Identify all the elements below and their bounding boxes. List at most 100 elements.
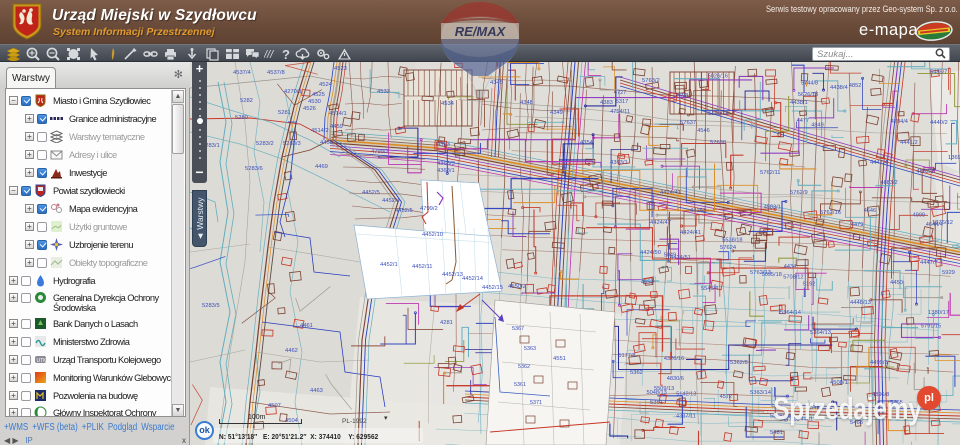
svg-text:5048/13: 5048/13 bbox=[647, 390, 667, 396]
svg-text:4281: 4281 bbox=[440, 320, 453, 326]
svg-text:4999: 4999 bbox=[913, 213, 925, 219]
svg-text:5362: 5362 bbox=[630, 370, 643, 376]
svg-text:4799/2: 4799/2 bbox=[420, 206, 438, 212]
svg-text:4456: 4456 bbox=[320, 140, 333, 146]
svg-text:4452/14: 4452/14 bbox=[462, 276, 484, 282]
svg-text:5762/9: 5762/9 bbox=[790, 190, 808, 196]
svg-text:5791/15: 5791/15 bbox=[921, 324, 941, 330]
svg-text:4363/1: 4363/1 bbox=[437, 168, 455, 174]
svg-text:4551: 4551 bbox=[553, 356, 566, 362]
svg-text:4270/1: 4270/1 bbox=[284, 89, 302, 95]
svg-text:5361: 5361 bbox=[514, 382, 526, 388]
svg-text:5280: 5280 bbox=[235, 115, 248, 121]
svg-text:4469: 4469 bbox=[315, 164, 328, 170]
svg-text:4479: 4479 bbox=[851, 222, 863, 228]
svg-text:1369/9: 1369/9 bbox=[948, 155, 960, 161]
svg-text:5192: 5192 bbox=[803, 282, 815, 288]
svg-text:4477: 4477 bbox=[797, 118, 809, 124]
svg-text:5160/18: 5160/18 bbox=[708, 111, 728, 117]
svg-text:4784/4: 4784/4 bbox=[891, 119, 908, 125]
svg-text:5026/16: 5026/16 bbox=[708, 73, 728, 79]
svg-text:5708/12: 5708/12 bbox=[783, 274, 803, 280]
svg-text:4461: 4461 bbox=[300, 323, 313, 329]
svg-text:4546: 4546 bbox=[697, 128, 709, 134]
svg-text:4452/4: 4452/4 bbox=[382, 198, 401, 204]
svg-text:4530: 4530 bbox=[308, 99, 321, 105]
svg-text:?: ? bbox=[282, 47, 290, 61]
svg-text:4507: 4507 bbox=[268, 403, 281, 409]
svg-text:5367: 5367 bbox=[512, 326, 524, 332]
svg-text:4550/2: 4550/2 bbox=[508, 284, 526, 290]
svg-text:4349: 4349 bbox=[550, 110, 563, 116]
svg-text:4441/2: 4441/2 bbox=[900, 140, 918, 146]
svg-text:///: /// bbox=[264, 49, 274, 61]
svg-text:4348: 4348 bbox=[520, 100, 533, 106]
svg-text:5283/2: 5283/2 bbox=[256, 141, 274, 147]
svg-text:4452/10: 4452/10 bbox=[422, 232, 443, 238]
svg-text:5317: 5317 bbox=[616, 99, 628, 105]
svg-text:4523: 4523 bbox=[334, 66, 347, 72]
svg-text:4353: 4353 bbox=[437, 142, 450, 148]
svg-text:5281: 5281 bbox=[278, 110, 291, 116]
svg-text:5363/14: 5363/14 bbox=[750, 390, 772, 396]
svg-text:5481: 5481 bbox=[770, 430, 783, 436]
svg-text:5283/6: 5283/6 bbox=[245, 166, 263, 172]
svg-text:4363/1: 4363/1 bbox=[610, 160, 628, 166]
svg-text:57637: 57637 bbox=[680, 120, 696, 126]
svg-text:4424/41: 4424/41 bbox=[660, 190, 681, 196]
svg-text:4534: 4534 bbox=[441, 101, 455, 107]
svg-text:4452/5: 4452/5 bbox=[395, 208, 413, 214]
svg-text:5762/16: 5762/16 bbox=[820, 210, 841, 216]
svg-text:4452/1: 4452/1 bbox=[380, 262, 398, 268]
svg-text:4524: 4524 bbox=[319, 82, 333, 88]
svg-text:5095/18: 5095/18 bbox=[762, 272, 782, 278]
svg-text:4830/6: 4830/6 bbox=[667, 376, 684, 382]
svg-text:1380/17: 1380/17 bbox=[928, 310, 949, 316]
svg-text:UTK: UTK bbox=[37, 358, 48, 364]
svg-text:5282: 5282 bbox=[240, 98, 253, 104]
svg-text:4462: 4462 bbox=[285, 348, 298, 354]
svg-text:4452/5: 4452/5 bbox=[362, 190, 380, 196]
svg-text:4447/4: 4447/4 bbox=[870, 160, 889, 166]
svg-text:4450: 4450 bbox=[890, 280, 903, 286]
svg-text:4883/2: 4883/2 bbox=[881, 180, 898, 186]
svg-text:4438/1: 4438/1 bbox=[790, 100, 808, 106]
svg-text:4448/13: 4448/13 bbox=[850, 300, 871, 306]
svg-text:4514/1: 4514/1 bbox=[329, 111, 347, 117]
svg-text:4562/3: 4562/3 bbox=[917, 169, 934, 175]
svg-text:4799/2: 4799/2 bbox=[371, 149, 389, 155]
svg-text:5177/8: 5177/8 bbox=[618, 353, 635, 359]
svg-text:4583/1: 4583/1 bbox=[764, 204, 781, 210]
svg-text:5762/11: 5762/11 bbox=[760, 170, 781, 176]
svg-text:4533: 4533 bbox=[377, 89, 390, 95]
svg-text:5049: 5049 bbox=[664, 252, 676, 258]
svg-text:4424/41: 4424/41 bbox=[680, 230, 701, 236]
svg-text:4644/4: 4644/4 bbox=[926, 222, 943, 228]
svg-text:4363/3: 4363/3 bbox=[437, 161, 455, 167]
svg-text:5546/4: 5546/4 bbox=[701, 286, 718, 292]
svg-text:4525: 4525 bbox=[312, 92, 325, 98]
svg-text:4849: 4849 bbox=[811, 123, 823, 129]
svg-text:4653: 4653 bbox=[641, 280, 653, 286]
svg-text:4452/15: 4452/15 bbox=[482, 285, 503, 291]
svg-text:4514/2: 4514/2 bbox=[311, 128, 329, 134]
svg-text:5485/7: 5485/7 bbox=[930, 69, 947, 75]
svg-text:4354: 4354 bbox=[580, 140, 594, 146]
svg-text:5364/14: 5364/14 bbox=[780, 310, 802, 316]
svg-text:5763/2: 5763/2 bbox=[642, 78, 660, 84]
svg-text:4646: 4646 bbox=[864, 208, 876, 214]
svg-text:5361: 5361 bbox=[650, 400, 663, 406]
svg-text:4526: 4526 bbox=[303, 106, 316, 112]
svg-text:44253: 44253 bbox=[690, 208, 706, 214]
svg-text:4440/2: 4440/2 bbox=[930, 120, 948, 126]
svg-text:4499/3: 4499/3 bbox=[870, 360, 888, 366]
svg-text:4452/11: 4452/11 bbox=[412, 264, 433, 270]
svg-text:5362/8: 5362/8 bbox=[730, 360, 748, 366]
svg-text:5929: 5929 bbox=[942, 270, 955, 276]
svg-text:5283/5: 5283/5 bbox=[202, 303, 220, 309]
svg-text:4537/4: 4537/4 bbox=[233, 70, 252, 76]
svg-text:4424/47: 4424/47 bbox=[650, 220, 671, 226]
svg-text:5626/13: 5626/13 bbox=[798, 92, 818, 98]
svg-text:5538/18: 5538/18 bbox=[722, 237, 742, 243]
svg-text:4852: 4852 bbox=[849, 83, 861, 89]
